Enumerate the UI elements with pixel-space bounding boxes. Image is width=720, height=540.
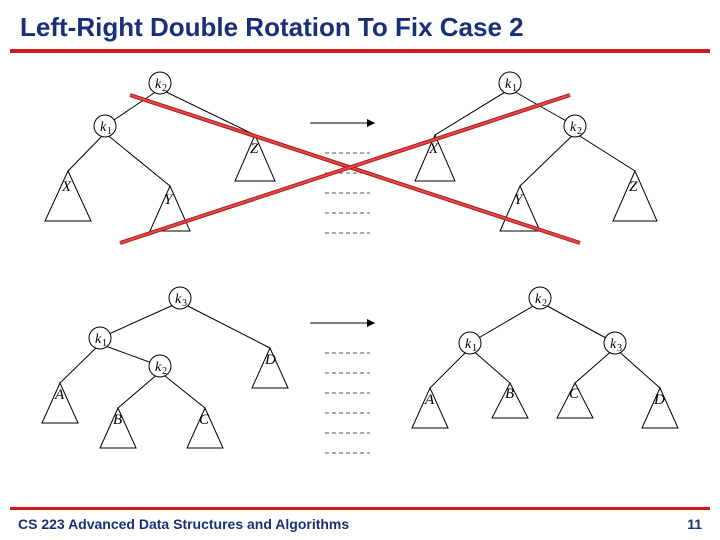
svg-text:1: 1	[512, 83, 517, 94]
rotation-diagram: k 2 k 1 Z X Y k 1 k 2	[10, 53, 710, 473]
footer: CS 223 Advanced Data Structures and Algo…	[0, 507, 720, 532]
svg-text:2: 2	[162, 366, 167, 377]
arrow-top-head	[367, 119, 375, 127]
svg-text:3: 3	[617, 343, 622, 354]
footer-course-label: CS 223 Advanced Data Structures and Algo…	[18, 516, 349, 532]
svg-text:C: C	[199, 412, 210, 428]
svg-text:D: D	[264, 352, 276, 368]
svg-text:k: k	[505, 77, 512, 92]
top-right-tree: k 1 k 2 X Y Z	[415, 72, 657, 231]
svg-text:Z: Z	[250, 141, 259, 157]
svg-text:1: 1	[472, 343, 477, 354]
bottom-left-tree: k 3 k 1 k 2 D A B C	[42, 287, 288, 448]
svg-text:B: B	[505, 386, 514, 402]
svg-text:k: k	[570, 120, 577, 135]
svg-text:C: C	[569, 386, 580, 402]
svg-text:D: D	[653, 392, 665, 408]
top-left-tree: k 2 k 1 Z X Y	[45, 72, 275, 231]
svg-text:2: 2	[542, 298, 547, 309]
svg-text:k: k	[100, 120, 107, 135]
svg-text:X: X	[428, 141, 439, 157]
page-title: Left-Right Double Rotation To Fix Case 2	[0, 0, 720, 49]
svg-text:1: 1	[102, 338, 107, 349]
svg-text:A: A	[54, 387, 65, 403]
svg-text:2: 2	[162, 83, 167, 94]
red-cross-overlay	[120, 95, 580, 243]
arrow-bottom-head	[367, 319, 375, 327]
diagram-stage: k 2 k 1 Z X Y k 1 k 2	[10, 53, 710, 473]
footer-divider	[10, 507, 710, 510]
svg-text:Z: Z	[629, 179, 638, 195]
svg-text:X: X	[61, 179, 72, 195]
svg-text:k: k	[535, 292, 542, 307]
svg-text:k: k	[155, 77, 162, 92]
svg-text:A: A	[424, 392, 435, 408]
bottom-right-tree: k 2 k 1 k 3 A B C D	[412, 287, 678, 428]
svg-text:k: k	[155, 360, 162, 375]
svg-text:k: k	[95, 332, 102, 347]
svg-text:k: k	[175, 292, 182, 307]
svg-text:B: B	[113, 412, 122, 428]
svg-text:k: k	[465, 337, 472, 352]
svg-text:k: k	[610, 337, 617, 352]
svg-text:2: 2	[577, 126, 582, 137]
bottom-dashed-guides	[325, 353, 370, 453]
svg-text:3: 3	[182, 298, 187, 309]
page-number: 11	[687, 516, 702, 532]
svg-text:1: 1	[107, 126, 112, 137]
